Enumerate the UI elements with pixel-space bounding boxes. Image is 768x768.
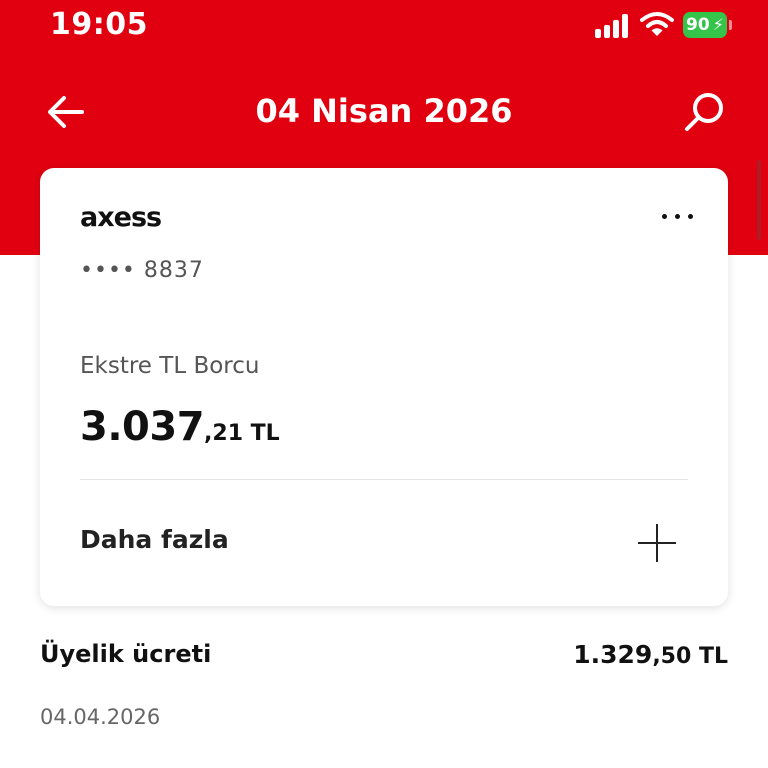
more-details-label[interactable]: Daha fazla: [80, 525, 229, 554]
credit-card-summary: axess •••• 8837 Ekstre TL Borcu 3.037,21…: [40, 168, 728, 606]
transaction-title: Üyelik ücreti: [40, 640, 212, 668]
transaction-amount: 1.329,50 TL: [573, 640, 728, 669]
charging-bolt-icon: ⚡: [712, 15, 724, 34]
masked-card-number: •••• 8837: [80, 258, 204, 283]
statement-debt-amount: 3.037,21 TL: [80, 404, 280, 450]
expand-button[interactable]: [638, 524, 676, 562]
transaction-amount-fraction: ,50 TL: [652, 644, 728, 669]
statement-debt-label: Ekstre TL Borcu: [80, 353, 260, 379]
transaction-date: 04.04.2026: [40, 705, 161, 729]
cellular-signal-icon: [595, 14, 629, 38]
battery-level: 90: [686, 15, 710, 35]
debt-amount-fraction: ,21 TL: [204, 421, 280, 446]
top-navigation: 04 Nisan 2026: [0, 80, 768, 144]
battery-icon: 90 ⚡: [683, 12, 727, 38]
divider: [80, 479, 688, 480]
page-title: 04 Nisan 2026: [255, 92, 513, 130]
debt-amount-main: 3.037: [80, 404, 205, 450]
transaction-amount-main: 1.329: [573, 640, 653, 669]
transaction-row[interactable]: Üyelik ücreti 1.329,50 TL 04.04.2026: [0, 630, 768, 750]
battery-tip: [729, 20, 732, 30]
card-brand-logo: axess: [80, 202, 162, 233]
search-button[interactable]: [682, 90, 728, 136]
more-options-button[interactable]: [658, 204, 698, 228]
scrollbar[interactable]: [757, 160, 761, 240]
status-time: 19:05: [50, 7, 148, 42]
search-icon: [685, 93, 723, 131]
wifi-icon: [640, 12, 674, 36]
status-bar: 19:05 90 ⚡: [0, 0, 768, 52]
